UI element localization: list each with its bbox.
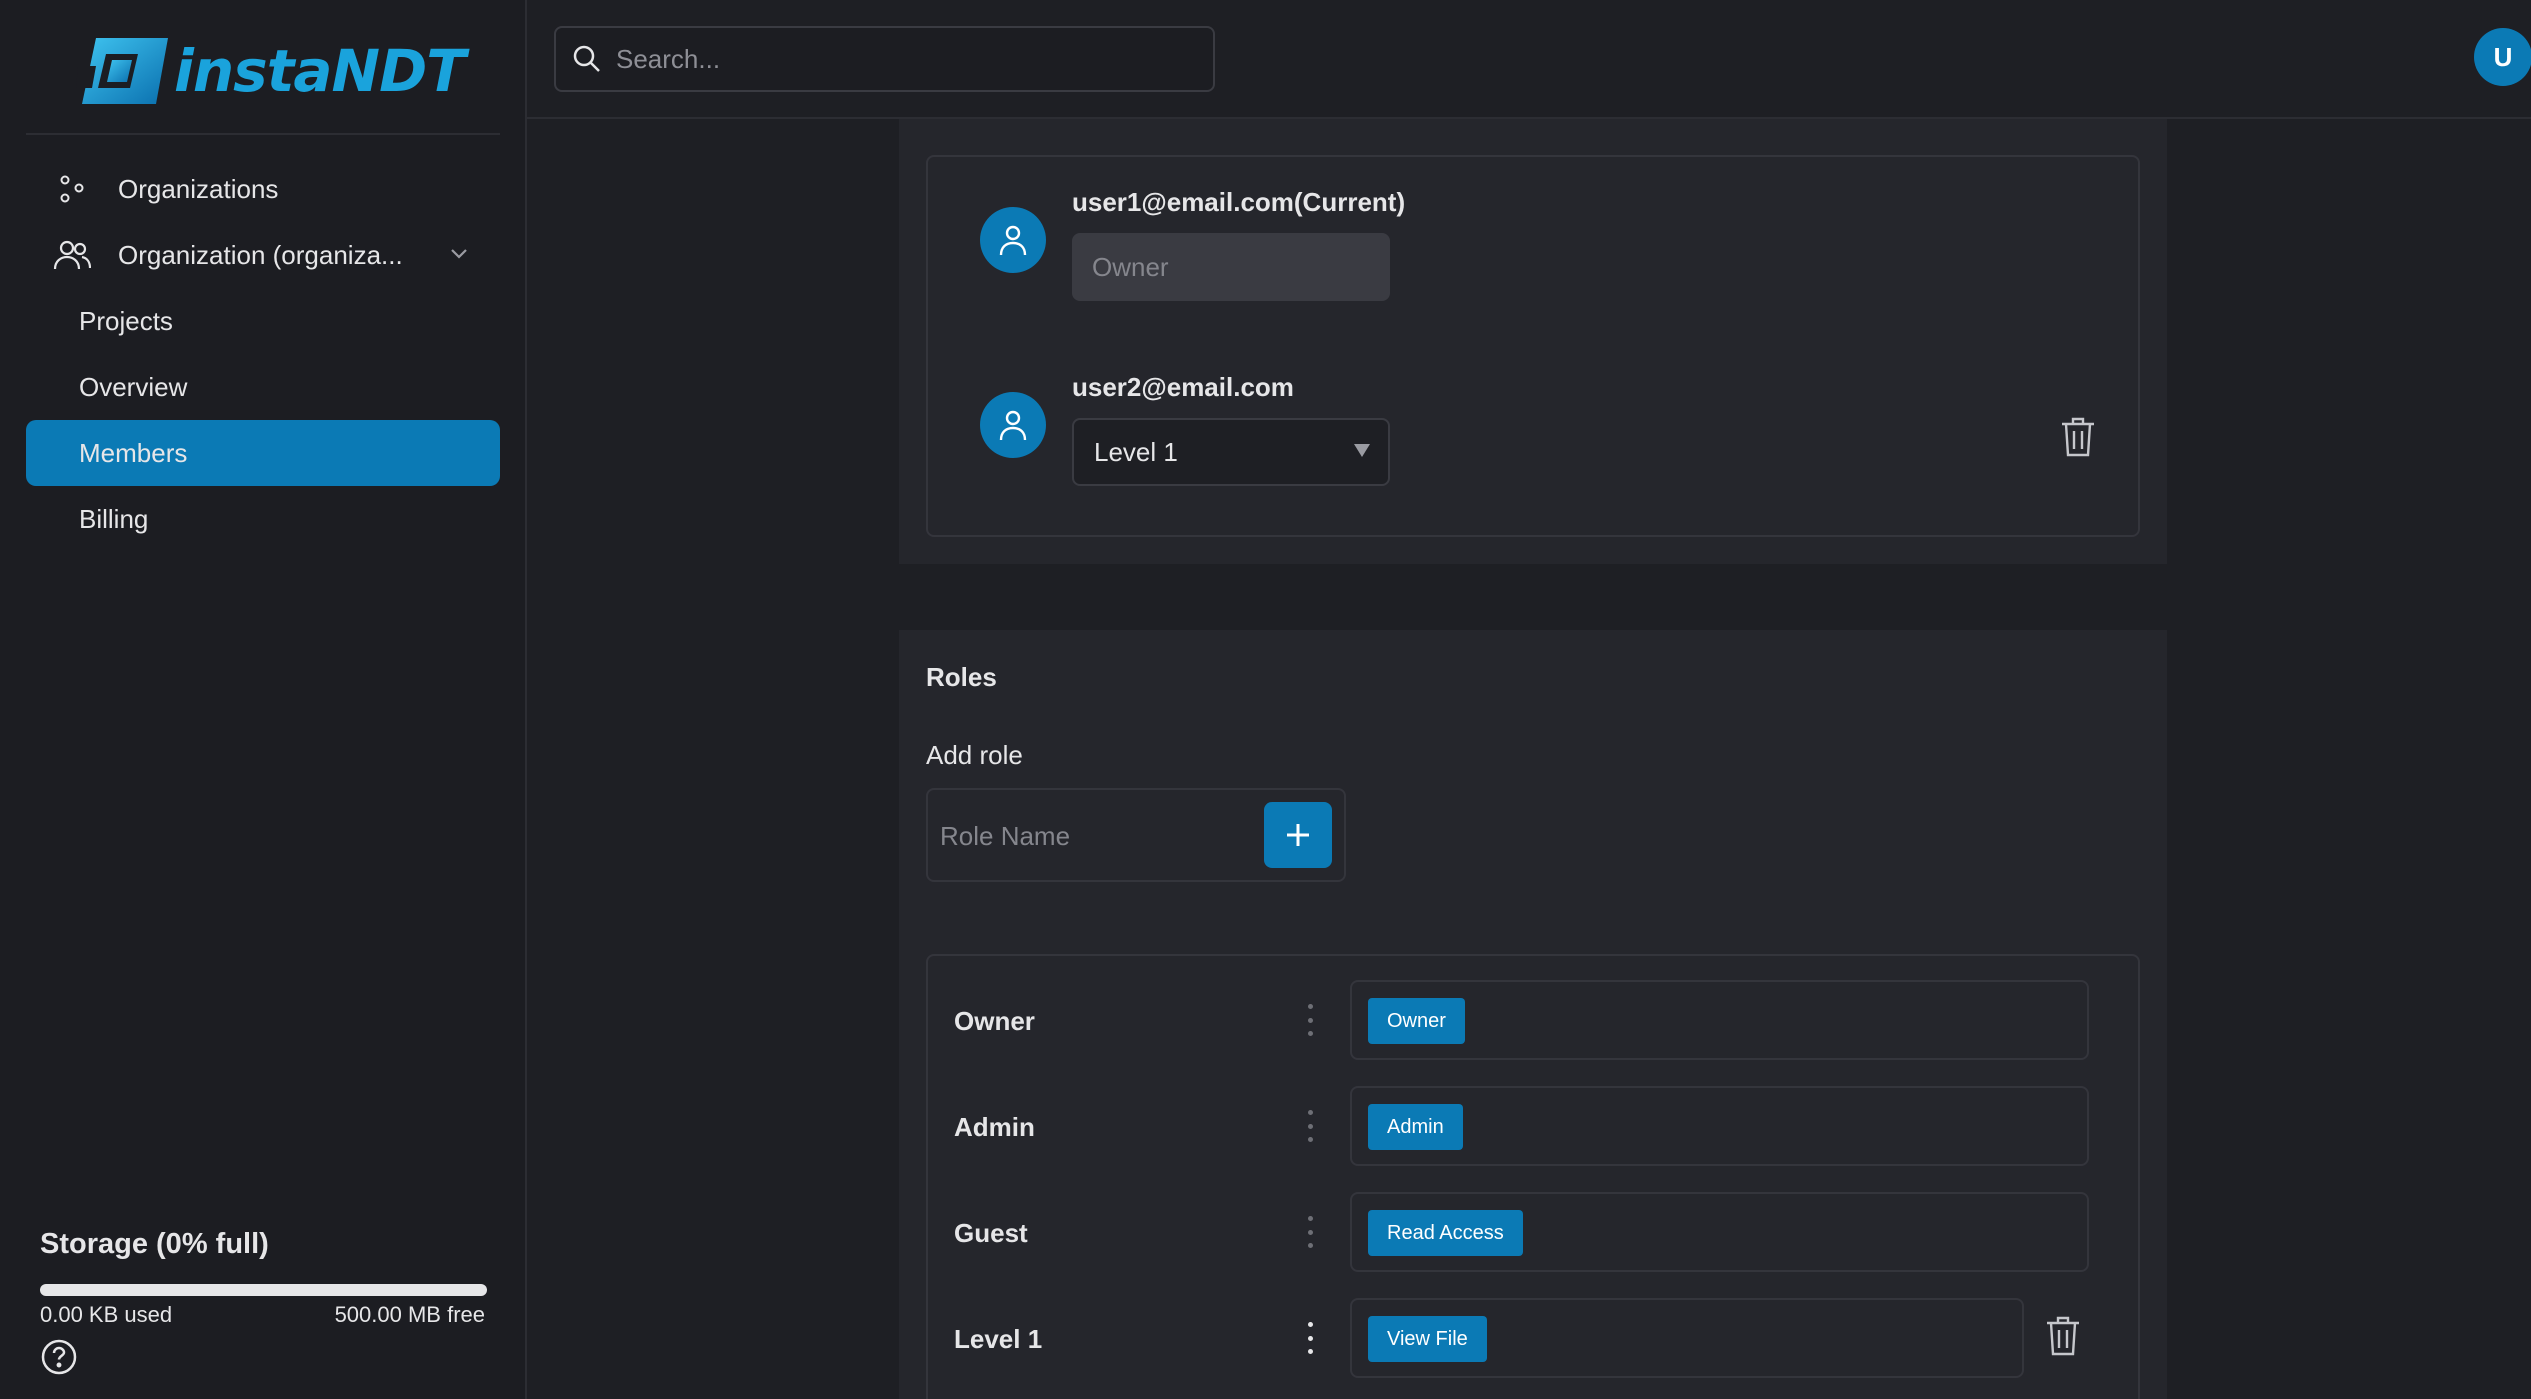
- permissions-box[interactable]: View File: [1350, 1298, 2024, 1378]
- user-avatar[interactable]: U: [2474, 28, 2531, 86]
- logo-mark-icon: [76, 38, 168, 104]
- role-row: Owner Owner: [928, 980, 2142, 1062]
- member-role-select[interactable]: Level 1: [1072, 418, 1390, 486]
- sidebar-item-members[interactable]: Members: [26, 420, 500, 486]
- roles-list: Owner Owner Admin Admin Guest Read Acces…: [926, 954, 2140, 1399]
- member-role-field-disabled: Owner: [1072, 233, 1390, 301]
- plus-icon: [1287, 824, 1309, 846]
- sidebar-item-label: Organization (organiza...: [118, 239, 403, 270]
- sidebar-item-label: Members: [79, 437, 188, 468]
- sidebar: instaNDT Organizations Organization (org…: [0, 0, 527, 1399]
- roles-title: Roles: [926, 662, 997, 692]
- permission-chip[interactable]: View File: [1368, 1316, 1487, 1362]
- permissions-box[interactable]: Read Access: [1350, 1192, 2089, 1272]
- chevron-down-icon[interactable]: [448, 242, 470, 264]
- storage-free: 500.00 MB free: [334, 1302, 485, 1327]
- sidebar-item-label: Projects: [79, 305, 173, 336]
- storage-title: Storage (0% full): [40, 1228, 269, 1260]
- search-input[interactable]: [616, 43, 1196, 75]
- add-role-button[interactable]: [1264, 802, 1332, 868]
- sidebar-item-projects[interactable]: Projects: [26, 288, 500, 354]
- user-icon: [999, 225, 1027, 256]
- permission-chip[interactable]: Admin: [1368, 1104, 1463, 1150]
- sidebar-item-organization[interactable]: Organization (organiza...: [26, 222, 500, 288]
- logo-text: instaNDT: [174, 37, 466, 105]
- add-role-box: [926, 788, 1346, 882]
- sidebar-item-label: Organizations: [118, 173, 279, 204]
- role-name-input[interactable]: [940, 812, 1260, 860]
- role-row: Level 1 View File: [928, 1298, 2142, 1380]
- role-name: Guest: [954, 1218, 1028, 1248]
- search-box[interactable]: [554, 26, 1215, 92]
- sidebar-item-label: Billing: [79, 503, 149, 534]
- delete-role-icon[interactable]: [2043, 1314, 2083, 1358]
- logo[interactable]: instaNDT: [76, 36, 466, 106]
- member-avatar: [980, 392, 1046, 458]
- more-options-icon[interactable]: [1298, 1000, 1322, 1040]
- user-icon: [999, 410, 1027, 441]
- add-role-label: Add role: [926, 740, 1023, 770]
- help-icon[interactable]: [40, 1338, 78, 1376]
- member-avatar: [980, 207, 1046, 273]
- users-icon: [52, 235, 92, 275]
- caret-down-icon: [1354, 444, 1370, 457]
- member-email: user1@email.com(Current): [1072, 187, 1406, 217]
- sidebar-divider: [26, 133, 500, 135]
- role-name: Admin: [954, 1112, 1035, 1142]
- role-row: Guest Read Access: [928, 1192, 2142, 1274]
- sidebar-item-label: Overview: [79, 371, 188, 402]
- search-icon: [573, 45, 600, 72]
- permissions-box[interactable]: Admin: [1350, 1086, 2089, 1166]
- storage-bar: [40, 1284, 487, 1296]
- sidebar-item-billing[interactable]: Billing: [26, 486, 500, 552]
- members-panel: user1@email.com(Current) Owner user2@ema…: [899, 119, 2167, 564]
- member-role-value: Level 1: [1094, 436, 1178, 467]
- more-options-icon[interactable]: [1298, 1212, 1322, 1252]
- delete-member-icon[interactable]: [2058, 415, 2098, 459]
- roles-panel: Roles Add role Owner Owner Admin Admin G…: [899, 630, 2167, 1399]
- more-options-icon[interactable]: [1298, 1106, 1322, 1146]
- role-name: Level 1: [954, 1324, 1043, 1354]
- storage-used: 0.00 KB used: [40, 1302, 173, 1327]
- role-row: Admin Admin: [928, 1086, 2142, 1168]
- permission-chip[interactable]: Owner: [1368, 998, 1465, 1044]
- member-email: user2@email.com: [1072, 372, 1294, 402]
- more-options-icon[interactable]: [1298, 1318, 1322, 1358]
- permissions-box[interactable]: Owner: [1350, 980, 2089, 1060]
- sidebar-item-organizations[interactable]: Organizations: [26, 156, 500, 222]
- members-list: user1@email.com(Current) Owner user2@ema…: [926, 155, 2140, 537]
- organizations-icon: [52, 169, 92, 209]
- sidebar-item-overview[interactable]: Overview: [26, 354, 500, 420]
- permission-chip[interactable]: Read Access: [1368, 1210, 1523, 1256]
- role-name: Owner: [954, 1006, 1035, 1036]
- top-bar: U: [527, 0, 2531, 119]
